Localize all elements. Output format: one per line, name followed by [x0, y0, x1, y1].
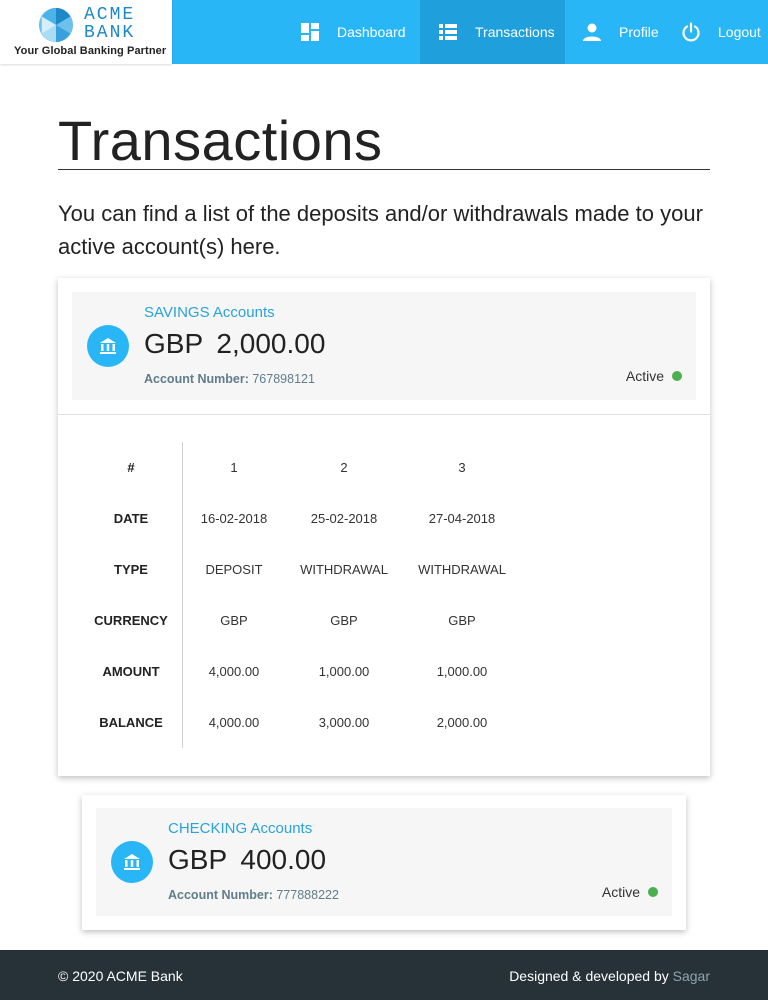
- table-cell: WITHDRAWAL: [300, 562, 388, 577]
- nav-profile[interactable]: Profile: [582, 0, 659, 64]
- table-header: #: [127, 460, 135, 475]
- table-cell: 16-02-2018: [200, 511, 268, 526]
- table-cell: GBP: [220, 613, 248, 628]
- account-number: Account Number: 767898121: [144, 372, 315, 386]
- nav-dashboard[interactable]: Dashboard: [300, 0, 406, 64]
- bank-icon: [111, 841, 153, 883]
- table-cell: 1,000.00: [436, 664, 488, 679]
- status-label: Active: [601, 884, 640, 900]
- account-type: CHECKING Accounts: [168, 820, 313, 837]
- table-cell: 3,000.00: [318, 715, 370, 730]
- card-divider: [58, 414, 710, 415]
- savings-account-card[interactable]: SAVINGS Accounts GBP 2,000.00 Account Nu…: [58, 278, 710, 776]
- table-cell: GBP: [448, 613, 476, 628]
- table-header: CURRENCY: [94, 613, 168, 628]
- footer-credit-text: Designed & developed by: [509, 968, 669, 984]
- page-intro: You can find a list of the deposits and/…: [58, 201, 703, 259]
- nav-logout[interactable]: Logout: [681, 0, 761, 64]
- table-row-currency: CURRENCY GBP GBP GBP: [58, 595, 710, 646]
- nav-profile-label: Profile: [619, 24, 659, 40]
- table-cell: GBP: [330, 613, 358, 628]
- table-header: TYPE: [114, 562, 148, 577]
- brand-name-line2: BANK: [84, 23, 136, 43]
- account-header[interactable]: SAVINGS Accounts GBP 2,000.00 Account Nu…: [72, 292, 696, 400]
- account-number-label: Account Number:: [144, 372, 249, 386]
- table-cell: WITHDRAWAL: [418, 562, 506, 577]
- status-active-dot: [648, 887, 658, 897]
- footer-author-link[interactable]: Sagar: [673, 968, 710, 984]
- account-status: Active: [602, 884, 658, 900]
- nav-logout-label: Logout: [718, 24, 761, 40]
- page-title: Transactions: [58, 109, 383, 172]
- balance-amount: 400.00: [240, 844, 327, 875]
- brand-name-line1: ACME: [84, 5, 136, 25]
- dashboard-icon: [301, 23, 319, 41]
- page-footer: © 2020 ACME Bank Designed & developed by…: [0, 950, 768, 1000]
- account-status: Active: [626, 368, 682, 384]
- account-balance: GBP 2,000.00: [144, 328, 325, 360]
- table-cell: 3: [458, 460, 466, 475]
- account-header[interactable]: CHECKING Accounts GBP 400.00 Account Num…: [96, 808, 672, 916]
- account-number-label: Account Number:: [168, 888, 273, 902]
- table-cell: DEPOSIT: [205, 562, 263, 577]
- table-row-balance: BALANCE 4,000.00 3,000.00 2,000.00: [58, 697, 710, 748]
- table-row-amount: AMOUNT 4,000.00 1,000.00 1,000.00: [58, 646, 710, 697]
- list-icon: [439, 24, 457, 40]
- balance-amount: 2,000.00: [216, 328, 326, 359]
- table-cell: 4,000.00: [208, 664, 260, 679]
- table-cell: 25-02-2018: [310, 511, 378, 526]
- table-row-type: TYPE DEPOSIT WITHDRAWAL WITHDRAWAL: [58, 544, 710, 595]
- nav-transactions-label: Transactions: [475, 24, 555, 40]
- globe-logo-icon: [38, 7, 74, 43]
- account-type: SAVINGS Accounts: [144, 304, 275, 321]
- account-number-value: 777888222: [276, 888, 339, 902]
- table-cell: 2,000.00: [436, 715, 488, 730]
- table-cell: 1: [230, 460, 238, 475]
- top-navbar: ACME BANK Your Global Banking Partner Da…: [0, 0, 768, 64]
- power-icon: [682, 22, 700, 42]
- footer-credit: Designed & developed by Sagar: [509, 950, 710, 1000]
- table-header: AMOUNT: [102, 664, 160, 679]
- title-divider: [58, 169, 710, 170]
- status-active-dot: [672, 371, 682, 381]
- footer-copyright: © 2020 ACME Bank: [58, 968, 183, 984]
- checking-account-card[interactable]: CHECKING Accounts GBP 400.00 Account Num…: [82, 795, 686, 930]
- table-header: DATE: [113, 511, 149, 526]
- brand-logo[interactable]: ACME BANK Your Global Banking Partner: [0, 0, 172, 64]
- table-cell: 1,000.00: [318, 664, 370, 679]
- table-row-number: # 1 2 3: [58, 442, 710, 493]
- balance-currency: GBP: [168, 844, 227, 875]
- nav-transactions[interactable]: Transactions: [420, 0, 565, 64]
- person-icon: [583, 23, 601, 41]
- balance-currency: GBP: [144, 328, 203, 359]
- table-row-date: DATE 16-02-2018 25-02-2018 27-04-2018: [58, 493, 710, 544]
- table-cell: 4,000.00: [208, 715, 260, 730]
- table-cell: 2: [340, 460, 348, 475]
- status-label: Active: [625, 368, 664, 384]
- account-number: Account Number: 777888222: [168, 888, 339, 902]
- nav-dashboard-label: Dashboard: [337, 24, 406, 40]
- bank-icon: [87, 325, 129, 367]
- table-header: BALANCE: [99, 715, 163, 730]
- table-cell: 27-04-2018: [428, 511, 496, 526]
- account-number-value: 767898121: [252, 372, 315, 386]
- brand-tagline: Your Global Banking Partner: [14, 45, 167, 57]
- account-balance: GBP 400.00: [168, 844, 326, 876]
